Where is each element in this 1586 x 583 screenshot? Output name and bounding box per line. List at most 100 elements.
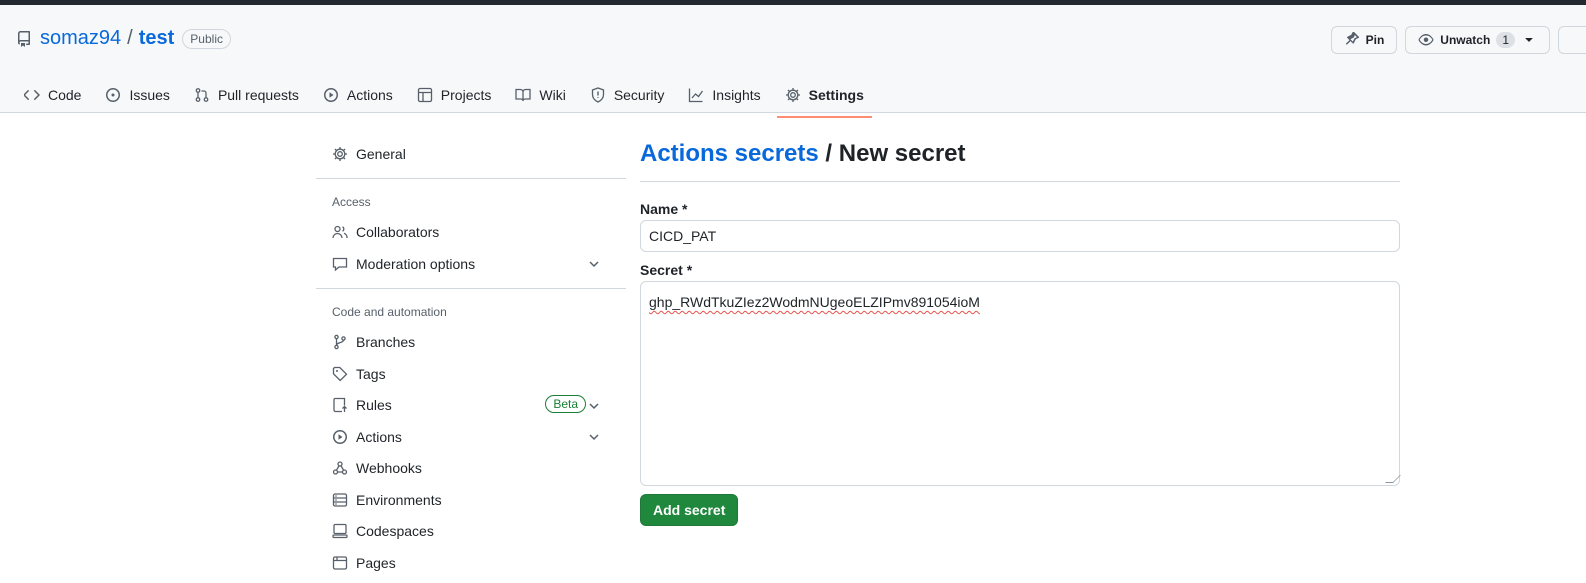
issue-icon	[106, 88, 121, 102]
tab-issues[interactable]: Issues	[97, 77, 177, 113]
breadcrumb-separator: /	[818, 140, 839, 167]
pull-request-icon	[195, 88, 209, 102]
fork-button-partial[interactable]	[1558, 26, 1586, 54]
chevron-down-icon[interactable]	[586, 256, 602, 272]
repo-name-link[interactable]: test	[139, 27, 175, 50]
tab-pull-requests[interactable]: Pull requests	[186, 77, 307, 113]
table-icon	[417, 87, 432, 103]
gear-icon	[785, 88, 800, 102]
tab-security[interactable]: Security	[582, 77, 673, 113]
browser-icon	[332, 556, 348, 570]
tab-code-label: Code	[48, 87, 82, 103]
sidebar-item-environments[interactable]: Environments	[316, 484, 626, 516]
watch-count: 1	[1496, 32, 1515, 48]
sidebar-item-branches[interactable]: Branches	[316, 327, 626, 359]
sidebar-item-label: Rules	[356, 397, 392, 414]
sidebar-item-label: General	[356, 145, 406, 162]
gear-icon	[333, 146, 347, 161]
graph-icon	[689, 88, 704, 103]
play-icon	[333, 429, 347, 444]
server-icon	[332, 493, 348, 507]
tab-projects-label: Projects	[440, 87, 492, 103]
page-title-text: New secret	[838, 140, 966, 167]
tab-issues-label: Issues	[129, 87, 170, 103]
branch-icon	[334, 334, 346, 350]
sidebar-divider	[316, 177, 626, 179]
play-icon	[323, 88, 338, 102]
pin-button[interactable]: Pin	[1330, 26, 1398, 54]
sidebar-item-general[interactable]: General	[316, 138, 626, 170]
tab-pull-requests-label: Pull requests	[217, 87, 299, 103]
tab-insights[interactable]: Insights	[680, 77, 768, 113]
pin-label: Pin	[1365, 33, 1385, 47]
secret-name-input[interactable]: CICD_PAT	[640, 220, 1400, 252]
book-icon	[515, 88, 532, 102]
pin-icon	[1345, 32, 1359, 45]
tab-wiki-label: Wiki	[539, 87, 566, 103]
resize-handle[interactable]	[1385, 475, 1401, 483]
tab-actions[interactable]: Actions	[315, 77, 401, 113]
unwatch-button[interactable]: Unwatch 1	[1405, 26, 1550, 54]
repo-nav: Code Issues Pull requests Actions Projec…	[16, 77, 880, 118]
sidebar-item-codespaces[interactable]: Codespaces	[316, 516, 626, 548]
sidebar-heading-code: Code and automation	[332, 304, 447, 319]
repo-separator: /	[127, 27, 133, 49]
repo-icon	[16, 30, 32, 47]
repo-title: somaz94 / test Public	[16, 27, 231, 50]
repo-push-icon	[333, 398, 347, 413]
tab-projects[interactable]: Projects	[409, 77, 500, 113]
tab-insights-label: Insights	[712, 87, 761, 103]
sidebar-item-moderation[interactable]: Moderation options	[316, 248, 626, 280]
repo-owner-link[interactable]: somaz94	[40, 27, 121, 50]
report-icon	[332, 257, 348, 272]
secret-value-text: ghp_RWdTkuZIez2WodmNUgeoELZIPmv891054ioM	[649, 294, 980, 310]
sidebar-item-actions[interactable]: Actions	[316, 421, 626, 453]
sidebar-divider	[316, 287, 626, 289]
tab-security-label: Security	[613, 87, 665, 103]
name-field-label: Name *	[640, 201, 688, 217]
sidebar-item-label: Tags	[356, 365, 386, 382]
breadcrumb-actions-secrets[interactable]: Actions secrets	[640, 140, 819, 167]
tab-settings[interactable]: Settings	[776, 77, 873, 118]
tag-icon	[332, 366, 348, 382]
sidebar-item-label: Webhooks	[356, 460, 422, 477]
tab-code[interactable]: Code	[16, 77, 89, 113]
sidebar-item-webhooks[interactable]: Webhooks	[316, 453, 626, 485]
sidebar-item-label: Pages	[356, 554, 396, 571]
shield-icon	[591, 87, 604, 103]
settings-sidebar: General Access Collaborators Moderation …	[316, 138, 626, 579]
sidebar-item-label: Collaborators	[356, 224, 440, 241]
secret-value-textarea[interactable]: ghp_RWdTkuZIez2WodmNUgeoELZIPmv891054ioM	[640, 281, 1401, 486]
sidebar-item-collaborators[interactable]: Collaborators	[316, 217, 626, 249]
tab-settings-label: Settings	[808, 87, 864, 103]
sidebar-item-rules[interactable]: Rules Beta	[316, 390, 626, 422]
webhook-icon	[332, 461, 348, 475]
tab-actions-label: Actions	[346, 87, 393, 103]
codespaces-icon	[332, 524, 348, 539]
sidebar-item-label: Moderation options	[356, 255, 476, 272]
repo-header: somaz94 / test Public Pin Unwatch 1 Code…	[0, 5, 1586, 118]
eye-icon	[1418, 34, 1434, 46]
sidebar-item-pages[interactable]: Pages	[316, 547, 626, 579]
sidebar-heading-access: Access	[332, 194, 371, 209]
sidebar-item-label: Actions	[356, 428, 402, 445]
chevron-down-icon[interactable]	[586, 429, 602, 445]
chevron-down-icon[interactable]	[586, 398, 602, 414]
visibility-badge: Public	[182, 28, 231, 49]
sidebar-item-label: Codespaces	[356, 523, 434, 540]
add-secret-button[interactable]: Add secret	[640, 494, 739, 526]
people-icon	[332, 226, 348, 239]
new-secret-form: Actions secrets / New secret Name * CICD…	[640, 140, 1401, 526]
code-icon	[24, 90, 40, 100]
tab-wiki[interactable]: Wiki	[507, 77, 573, 113]
sidebar-item-label: Environments	[356, 491, 442, 508]
beta-badge: Beta	[545, 394, 586, 413]
page-title: Actions secrets / New secret	[640, 140, 1400, 182]
sidebar-item-tags[interactable]: Tags	[316, 358, 626, 390]
secret-field-label: Secret *	[640, 262, 693, 278]
sidebar-item-label: Branches	[356, 334, 416, 351]
triangle-down-icon	[1525, 38, 1533, 42]
repo-actions: Pin Unwatch 1	[1330, 26, 1586, 54]
unwatch-label: Unwatch	[1440, 33, 1491, 47]
secret-name-value: CICD_PAT	[649, 228, 717, 244]
